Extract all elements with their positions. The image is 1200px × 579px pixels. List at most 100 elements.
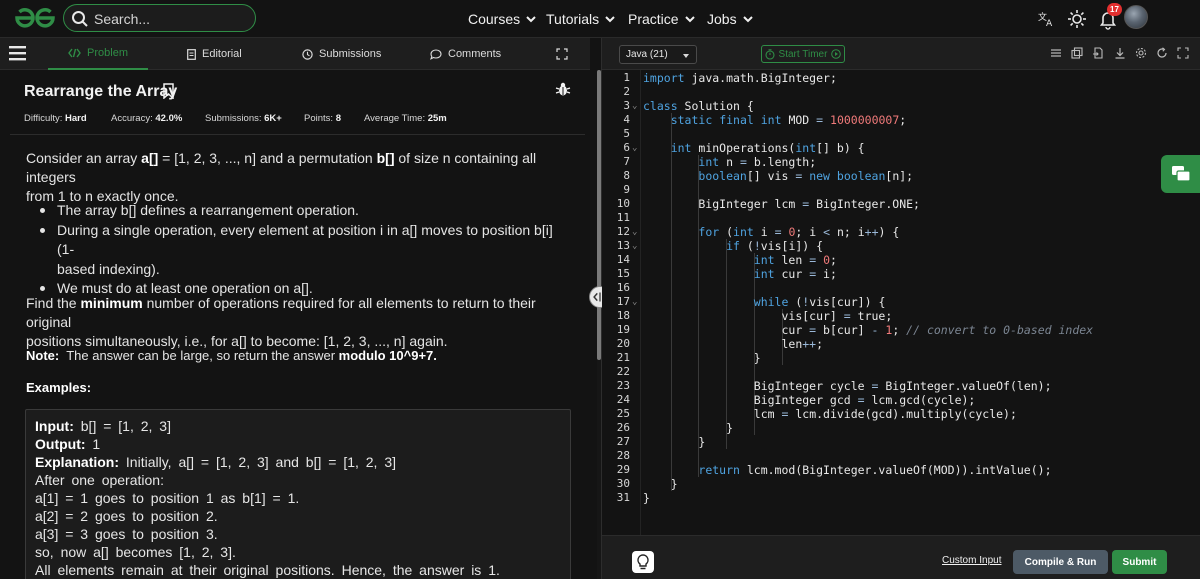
search-icon <box>72 11 88 27</box>
desc-bold: minimum <box>80 295 143 311</box>
list-item: During a single operation, every element… <box>40 221 570 280</box>
code-text: } <box>643 351 761 365</box>
bullet-text: During a single operation, every element… <box>57 221 553 258</box>
desc-text: Consider an array <box>26 150 142 166</box>
example-line: so, now a[] becomes [1, 2, 3]. <box>35 544 236 560</box>
code-text: lcm = lcm.divide(gcd).multiply(cycle); <box>643 407 1017 421</box>
line-number: 10 <box>616 197 630 210</box>
line-number: 30 <box>616 477 630 490</box>
tab-comments[interactable]: Comments <box>430 38 501 70</box>
submissions-label: Submissions: <box>205 113 262 124</box>
search-bar[interactable]: Search... <box>63 4 256 32</box>
hamburger-menu-icon[interactable] <box>9 46 26 61</box>
line-number: 21 <box>616 351 630 364</box>
line-number: 1 <box>623 71 630 84</box>
code-text: boolean[] vis = new boolean[n]; <box>698 169 914 183</box>
bug-report-icon[interactable] <box>555 81 571 97</box>
line-number: 28 <box>616 449 630 462</box>
start-timer-button[interactable]: Start Timer <box>761 45 845 63</box>
line-number: 26 <box>616 421 630 434</box>
avatar[interactable] <box>1124 5 1148 29</box>
document-icon <box>187 48 196 60</box>
clock-icon <box>302 48 313 60</box>
menu-tutorials[interactable]: Tutorials <box>546 0 616 38</box>
tab-problem[interactable]: Problem <box>48 38 148 70</box>
line-number: 27 <box>616 435 630 448</box>
average-time-value: 25m <box>427 113 447 124</box>
search-placeholder: Search... <box>94 11 151 27</box>
submissions-value: 6K+ <box>264 113 282 124</box>
gfg-logo-icon[interactable] <box>14 7 56 29</box>
fold-toggle-icon[interactable]: ⌄ <box>632 141 637 155</box>
theme-toggle-icon[interactable] <box>1066 8 1088 30</box>
bullet-text: based indexing). <box>57 260 160 277</box>
problem-statement-panel: Rearrange the Array Difficulty: Hard Acc… <box>0 71 590 579</box>
example-input: Input: b[] = [1, 2, 3] <box>35 418 171 434</box>
import-file-icon[interactable] <box>1092 47 1104 59</box>
bookmark-icon[interactable] <box>162 83 175 99</box>
line-number: 5 <box>623 127 630 140</box>
fold-toggle-icon[interactable]: ⌄ <box>632 295 637 309</box>
svg-text:A: A <box>1046 19 1053 29</box>
code-text: int cur = i; <box>753 267 837 281</box>
language-select[interactable]: Java (21) <box>619 45 697 64</box>
chevron-down-icon <box>605 16 615 23</box>
desc-text: = [1, 2, 3, ..., n] and a permutation <box>158 150 377 166</box>
fold-toggle-icon[interactable]: ⌄ <box>632 225 637 239</box>
code-editor[interactable]: 1 import java.math.BigInteger; 2 3 ⌄ class So… <box>602 70 1200 535</box>
download-icon[interactable] <box>1114 47 1126 59</box>
tab-submissions-label: Submissions <box>319 48 382 60</box>
menu-courses-label: Courses <box>468 11 521 27</box>
fullscreen-icon[interactable] <box>1177 47 1189 59</box>
play-icon <box>831 49 842 59</box>
code-text: } <box>643 491 650 505</box>
code-text: cur = b[cur] - 1; // convert to 0-based … <box>643 323 1094 337</box>
note-modulo: modulo 10^9+7. <box>338 348 437 363</box>
example-line: After one operation: <box>35 472 164 488</box>
compile-run-button[interactable]: Compile & Run <box>1013 550 1108 574</box>
submit-button[interactable]: Submit <box>1112 550 1167 574</box>
average-time-label: Average Time: <box>364 113 426 124</box>
code-text: if (!vis[i]) { <box>726 239 824 253</box>
line-number: 31 <box>616 491 630 504</box>
note-text: The answer can be large, so return the a… <box>59 348 339 363</box>
line-number: 8 <box>623 169 630 182</box>
code-text: vis[cur] = true; <box>643 309 893 323</box>
editor-toolbar: Java (21) Start Timer <box>602 38 1200 70</box>
code-text: import java.math.BigInteger; <box>643 71 837 85</box>
note-label: Note: <box>26 348 60 363</box>
format-icon[interactable] <box>1050 47 1062 59</box>
tab-comments-label: Comments <box>448 48 502 60</box>
line-number: 15 <box>616 267 630 280</box>
code-text: int minOperations(int[] b) { <box>670 141 865 155</box>
chat-feedback-button[interactable] <box>1161 155 1200 193</box>
editor-footer: Custom Input Compile & Run Submit <box>602 535 1200 579</box>
chat-icon <box>1172 166 1191 182</box>
line-number: 22 <box>616 365 630 378</box>
caret-down-icon <box>683 54 689 58</box>
menu-jobs[interactable]: Jobs <box>707 0 754 38</box>
example-input-label: Input: <box>35 418 74 434</box>
chevron-down-icon <box>684 16 695 23</box>
problem-title: Rearrange the Array <box>24 83 178 100</box>
line-number: 14 <box>616 253 630 266</box>
translate-icon[interactable]: 文 A <box>1035 8 1057 30</box>
code-text: int len = 0; <box>753 253 837 267</box>
chevron-down-icon <box>526 16 536 23</box>
fold-toggle-icon[interactable]: ⌄ <box>632 239 637 253</box>
line-number: 20 <box>616 337 630 350</box>
reset-icon[interactable] <box>1156 47 1168 59</box>
custom-input-link[interactable]: Custom Input <box>942 555 1001 566</box>
fold-toggle-icon[interactable]: ⌄ <box>632 99 637 113</box>
menu-practice[interactable]: Practice <box>628 0 696 38</box>
example-explanation: Explanation: Initially, a[] = [1, 2, 3] … <box>35 454 396 470</box>
examples-heading-text: Examples: <box>26 380 92 395</box>
expand-icon[interactable] <box>556 48 568 60</box>
menu-courses[interactable]: Courses <box>468 0 537 38</box>
hint-bulb-icon[interactable] <box>632 551 654 573</box>
settings-icon[interactable] <box>1135 47 1147 59</box>
tab-editorial[interactable]: Editorial <box>187 38 242 70</box>
tab-submissions[interactable]: Submissions <box>302 38 381 70</box>
copy-icon[interactable] <box>1071 47 1083 59</box>
list-item: The array b[] defines a rearrangement op… <box>40 201 570 221</box>
